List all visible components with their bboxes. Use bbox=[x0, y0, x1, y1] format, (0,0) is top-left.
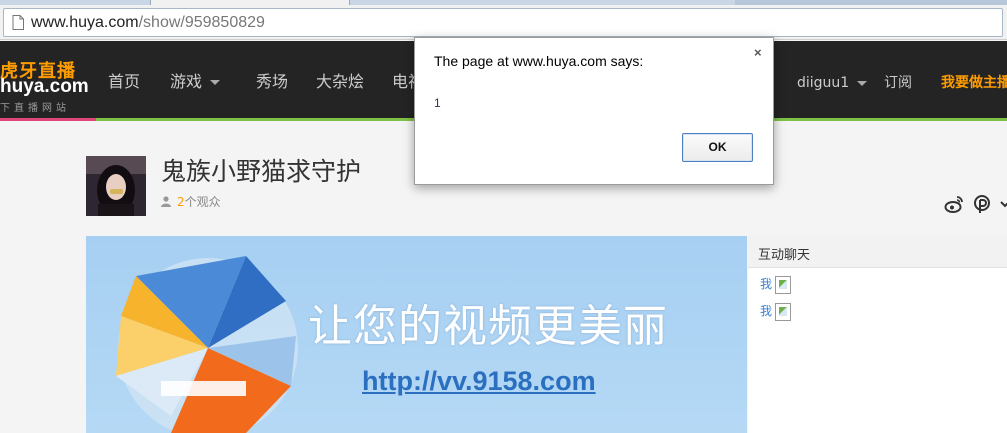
url-path: /show/959850829 bbox=[138, 14, 265, 31]
nav-item-label: 秀场 bbox=[256, 72, 289, 91]
broken-image-icon bbox=[775, 275, 792, 294]
chat-panel: 互动聊天 我 我 bbox=[748, 236, 1007, 433]
viewer-number: 2 bbox=[177, 195, 185, 209]
url-text[interactable]: www.huya.com/show/959850829 bbox=[31, 13, 265, 33]
nav-item-home[interactable]: 首页 bbox=[108, 72, 140, 92]
viewer-count: 2个观众 bbox=[161, 194, 221, 210]
person-icon bbox=[161, 196, 171, 207]
chevron-down-icon bbox=[857, 80, 868, 86]
chat-message: 我 bbox=[760, 275, 792, 294]
chat-message: 我 bbox=[760, 302, 792, 321]
url-host: www.huya.com bbox=[31, 14, 139, 31]
weibo-icon[interactable] bbox=[944, 194, 964, 214]
nav-item-label: 大杂烩 bbox=[316, 72, 365, 91]
anchor-avatar[interactable] bbox=[86, 156, 146, 216]
viewer-suffix: 个观众 bbox=[184, 195, 221, 209]
nav-item-show[interactable]: 秀场 bbox=[256, 72, 288, 92]
logo-tagline: 下直播网站 bbox=[0, 103, 70, 114]
page-icon bbox=[12, 15, 24, 30]
more-share-icon[interactable] bbox=[1000, 194, 1007, 214]
alert-dialog: The page at www.huya.com says: × 1 OK bbox=[414, 37, 774, 185]
logo-english: huya.com bbox=[0, 76, 89, 97]
chevron-down-icon bbox=[210, 80, 221, 85]
chat-sender[interactable]: 我 bbox=[760, 277, 772, 291]
huya-logo[interactable]: 虎牙直播 huya.com 下直播网站 bbox=[0, 57, 95, 114]
nav-item-label: 游戏 bbox=[170, 72, 203, 91]
chat-sender[interactable]: 我 bbox=[760, 304, 772, 318]
user-name: diiguu1 bbox=[797, 75, 850, 91]
ok-button[interactable]: OK bbox=[682, 133, 753, 162]
pengyou-icon[interactable] bbox=[972, 194, 992, 214]
close-icon[interactable]: × bbox=[754, 46, 762, 60]
nav-item-variety[interactable]: 大杂烩 bbox=[316, 72, 364, 92]
nav-accent-pink bbox=[0, 118, 96, 121]
nav-item-games[interactable]: 游戏 bbox=[170, 72, 221, 92]
video-ad-text: 让您的视频更美丽 bbox=[308, 301, 668, 352]
browser-toolbar: www.huya.com/show/959850829 bbox=[0, 5, 1007, 40]
video-player[interactable]: 让您的视频更美丽 http://vv.9158.com bbox=[86, 236, 747, 433]
avatar-image bbox=[86, 156, 146, 216]
nav-item-label: 首页 bbox=[108, 72, 141, 91]
chat-title: 互动聊天 bbox=[758, 248, 811, 263]
address-bar[interactable]: www.huya.com/show/959850829 bbox=[3, 8, 1003, 37]
dialog-title: The page at www.huya.com says: bbox=[434, 53, 644, 69]
become-host-link[interactable]: 我要做主播 bbox=[941, 73, 1007, 93]
chat-header: 互动聊天 bbox=[748, 236, 1007, 268]
subscribe-link[interactable]: 订阅 bbox=[884, 73, 912, 93]
dialog-message: 1 bbox=[434, 96, 441, 110]
user-menu[interactable]: diiguu1 bbox=[797, 73, 868, 93]
video-ad-link[interactable]: http://vv.9158.com bbox=[362, 366, 596, 397]
broken-image-icon bbox=[775, 302, 792, 321]
room-title: 鬼族小野猫求守护 bbox=[161, 157, 362, 186]
